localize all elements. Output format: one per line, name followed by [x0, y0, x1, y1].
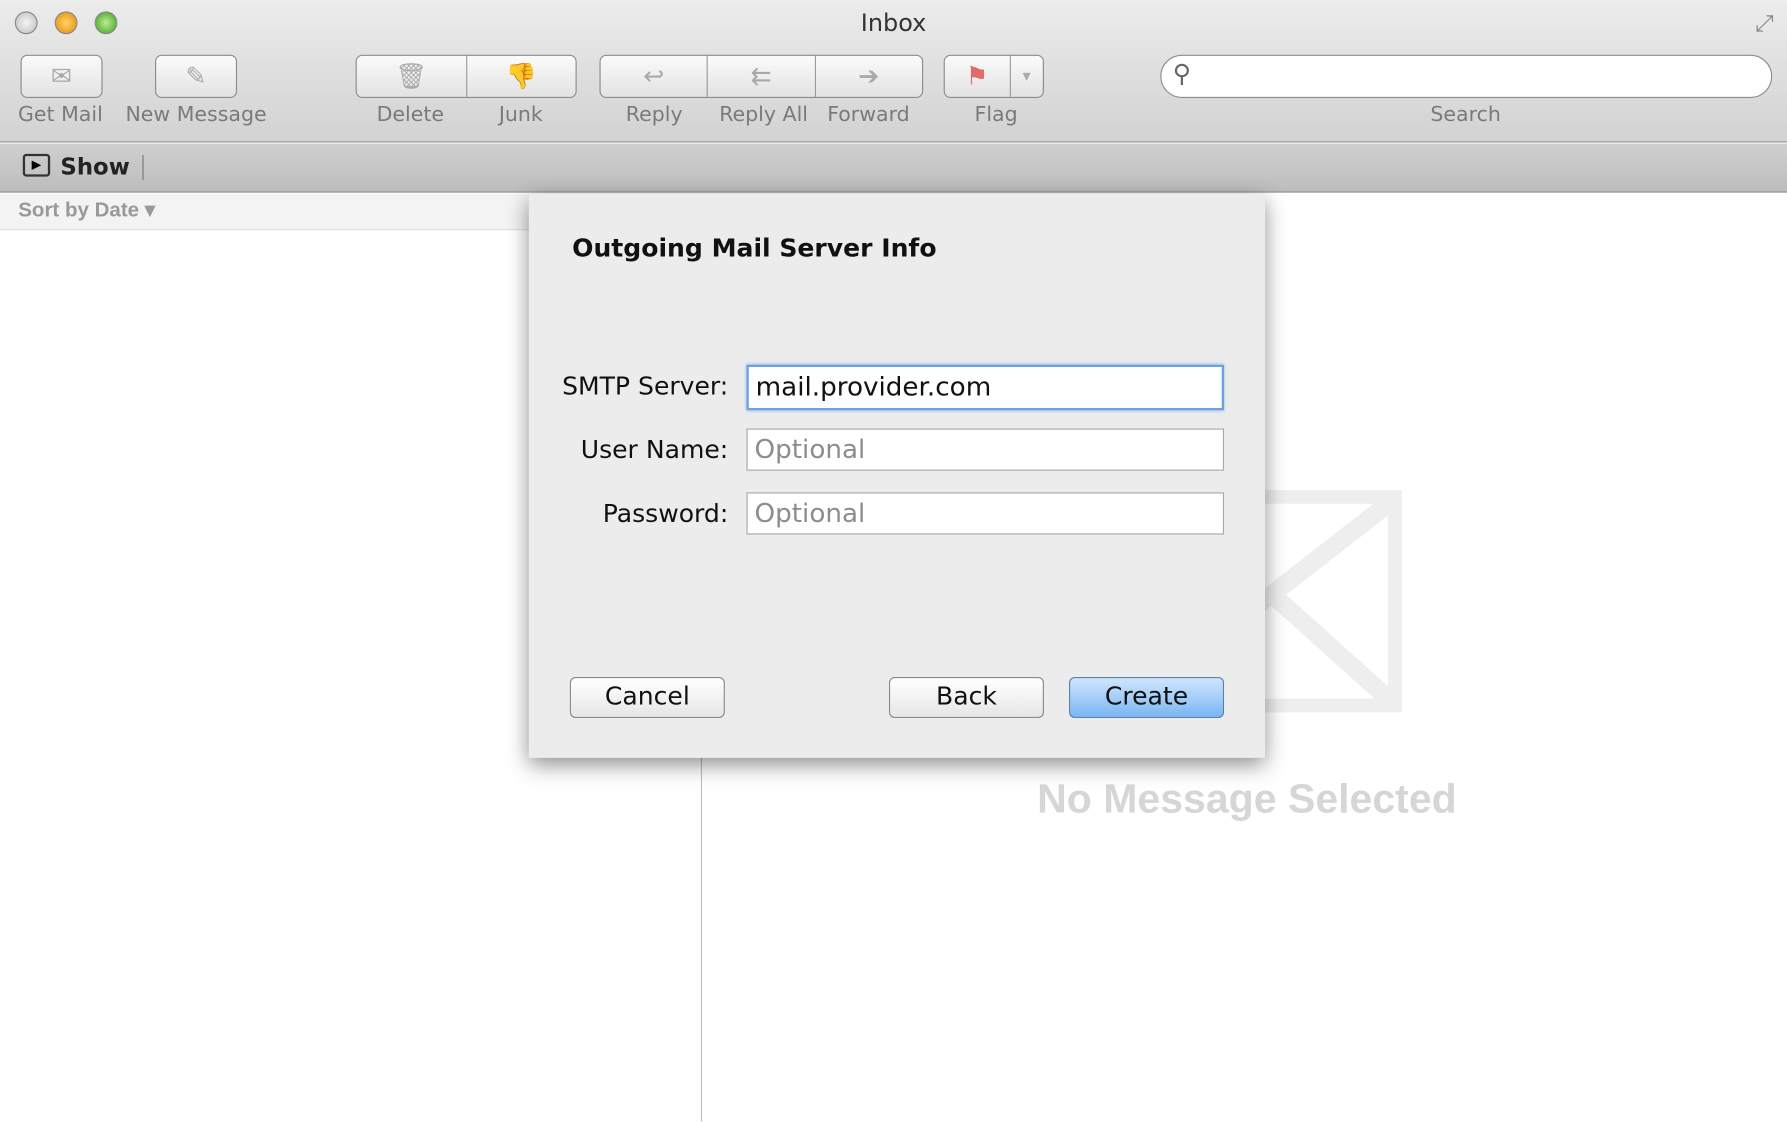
reply-icon[interactable]: ↩ — [601, 55, 709, 97]
new-message-label: New Message — [125, 102, 267, 127]
fullscreen-icon[interactable]: ⤢ — [1755, 9, 1773, 36]
forward-label: Forward — [827, 102, 910, 127]
user-name-label: User Name: — [580, 436, 729, 465]
sort-by-date-dropdown[interactable]: Sort by Date ▾ — [18, 198, 155, 222]
window-title: Inbox — [860, 9, 927, 37]
search-icon: ⚲ — [1172, 60, 1192, 89]
smtp-server-input[interactable]: mail.provider.com — [746, 364, 1225, 411]
new-message-button[interactable]: ✎ — [154, 54, 238, 99]
flag-icon: ⚑ — [945, 55, 1011, 97]
junk-label: Junk — [498, 102, 543, 127]
delete-junk-group: 🗑 👎 — [355, 54, 577, 99]
play-icon[interactable]: ▶ — [22, 153, 51, 177]
search-label: Search — [1430, 102, 1501, 127]
flag-button[interactable]: ⚑ ▾ — [943, 54, 1044, 99]
get-mail-label: Get Mail — [18, 102, 103, 127]
reply-label: Reply — [625, 102, 683, 127]
flag-label: Flag — [974, 102, 1018, 127]
compose-icon: ✎ — [185, 62, 207, 91]
get-mail-button[interactable]: ✉ — [20, 54, 103, 99]
back-button[interactable]: Back — [888, 676, 1044, 719]
smtp-label: SMTP Server: — [562, 372, 729, 402]
create-button[interactable]: Create — [1069, 676, 1225, 719]
delete-label: Delete — [376, 102, 445, 127]
show-button[interactable]: Show — [60, 153, 129, 180]
toolbar: Inbox ⤢ ✉ Get Mail ✎ New Message 🗑 👎 Dele… — [0, 0, 1787, 143]
user-name-input[interactable]: Optional — [746, 428, 1225, 471]
no-message-selected: No Message Selected — [1037, 774, 1457, 822]
envelope-icon: ✉ — [51, 62, 73, 91]
cancel-button[interactable]: Cancel — [569, 676, 725, 719]
reply-all-label: Reply All — [719, 102, 808, 127]
trash-icon[interactable]: 🗑 — [357, 55, 467, 97]
divider — [142, 154, 144, 181]
show-bar: ▶ Show — [0, 143, 1787, 193]
chevron-down-icon[interactable]: ▾ — [1011, 56, 1043, 97]
search-input[interactable]: ⚲ — [1160, 54, 1773, 99]
password-label: Password: — [602, 500, 729, 529]
reply-all-icon[interactable]: ⇇ — [708, 55, 816, 97]
forward-icon[interactable]: ➔ — [816, 56, 922, 97]
reply-group: ↩ ⇇ ➔ — [599, 54, 924, 99]
thumbs-down-icon[interactable]: 👎 — [467, 56, 576, 97]
outgoing-server-dialog: Outgoing Mail Server Info SMTP Server: m… — [528, 193, 1266, 758]
mail-window: Inbox ⤢ ✉ Get Mail ✎ New Message 🗑 👎 Dele… — [0, 0, 1787, 1122]
dialog-title: Outgoing Mail Server Info — [572, 234, 937, 264]
password-input[interactable]: Optional — [746, 492, 1225, 535]
